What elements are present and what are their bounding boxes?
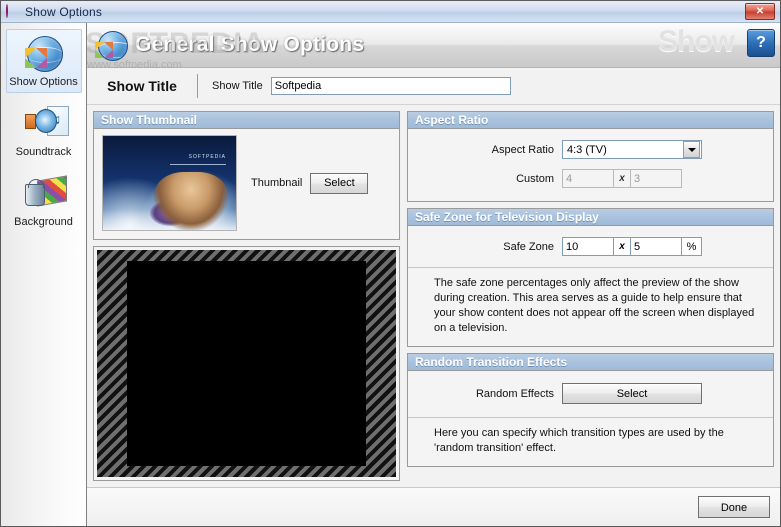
random-effects-description: Here you can specify which transition ty… [434,427,724,454]
safe-zone-label: Safe Zone [503,240,554,253]
sidebar-item-soundtrack[interactable]: ♫ Soundtrack [6,99,82,163]
group-header: Safe Zone for Television Display [408,209,773,226]
help-icon[interactable]: ? [747,29,775,57]
sidebar-item-background[interactable]: Background [6,169,82,233]
sidebar-item-label: Background [14,216,73,228]
paint-bucket-icon [23,174,67,214]
safe-zone-description: The safe zone percentages only affect th… [434,277,755,334]
sidebar-item-show-options[interactable]: Show Options [5,29,82,93]
percent-unit: % [682,237,702,256]
safe-zone-separator: x [614,237,630,256]
globe-pie-icon [95,29,128,61]
custom-label: Custom [516,172,554,185]
custom-separator: x [614,169,630,188]
done-button[interactable]: Done [698,496,770,518]
show-preview-area[interactable] [93,246,400,481]
page-title: General Show Options [135,33,365,56]
random-body: Random Effects Select [408,371,773,417]
page-banner: SOFTPEDIA www.softpedia.com General Show… [85,23,780,71]
title-bar: Show Options ✕ [1,1,780,23]
safe-zone-x-input[interactable] [562,237,614,256]
group-header: Random Transition Effects [408,354,773,371]
globe-pie-icon [23,34,65,74]
show-title-input[interactable] [270,77,511,95]
custom-size-row: Custom x [408,164,773,193]
left-column: Show Thumbnail SOFTPEDIA Thumbnail Selec… [93,111,400,481]
thumbnail-row: SOFTPEDIA Thumbnail Select [94,129,399,239]
chevron-down-icon[interactable] [683,141,700,158]
custom-height-input[interactable] [630,169,682,188]
show-title-row: Show Title Show Title [87,68,780,105]
safe-zone-group: Safe Zone for Television Display Safe Zo… [407,208,774,347]
tab-show-title[interactable]: Show Title [87,78,197,94]
banner-ghost-text: Show [658,25,735,58]
random-effects-row: Random Effects Select [408,378,773,409]
aspect-ratio-label: Aspect Ratio [491,143,554,156]
group-header: Aspect Ratio [408,112,773,129]
random-effects-label: Random Effects [475,387,554,400]
aspect-ratio-row: Aspect Ratio 4:3 (TV) [408,135,773,164]
safe-zone-y-input[interactable] [630,237,682,256]
content-area: SOFTPEDIA www.softpedia.com General Show… [85,23,780,526]
thumbnail-select-button[interactable]: Select [310,172,369,194]
aspect-ratio-group: Aspect Ratio Aspect Ratio 4:3 (TV) Custo… [407,111,774,202]
sidebar: Show Options ♫ Soundtrack [1,23,87,526]
disc-icon [6,3,20,19]
window-title: Show Options [25,4,103,19]
thumbnail-label: Thumbnail [251,177,303,189]
safe-zone-body: Safe Zone x % [408,226,773,267]
speaker-note-icon: ♫ [23,104,69,144]
random-transition-group: Random Transition Effects Random Effects… [407,353,774,467]
show-thumbnail-group: Show Thumbnail SOFTPEDIA Thumbnail Selec… [93,111,400,240]
footer-bar: Done [87,487,780,526]
panes: Show Thumbnail SOFTPEDIA Thumbnail Selec… [87,105,780,487]
divider [197,74,198,98]
aspect-body: Aspect Ratio 4:3 (TV) Custom x [408,129,773,201]
aspect-ratio-value: 4:3 (TV) [567,143,607,156]
window-body: Show Options ♫ Soundtrack [1,23,780,526]
sidebar-item-label: Soundtrack [15,146,72,158]
random-effects-select-button[interactable]: Select [562,383,702,404]
custom-width-input[interactable] [562,169,614,188]
safe-zone-row: Safe Zone x % [408,232,773,261]
group-header: Show Thumbnail [94,112,399,129]
right-column: Aspect Ratio Aspect Ratio 4:3 (TV) Custo… [407,111,774,481]
preview-canvas [97,250,396,477]
thumbnail-image: SOFTPEDIA [102,135,237,231]
sidebar-item-label: Show Options [9,76,78,88]
aspect-ratio-select[interactable]: 4:3 (TV) [562,140,702,159]
close-icon[interactable]: ✕ [745,3,775,20]
show-options-window: Show Options ✕ Show Options ♫ [0,0,781,527]
show-title-label: Show Title [212,80,263,92]
